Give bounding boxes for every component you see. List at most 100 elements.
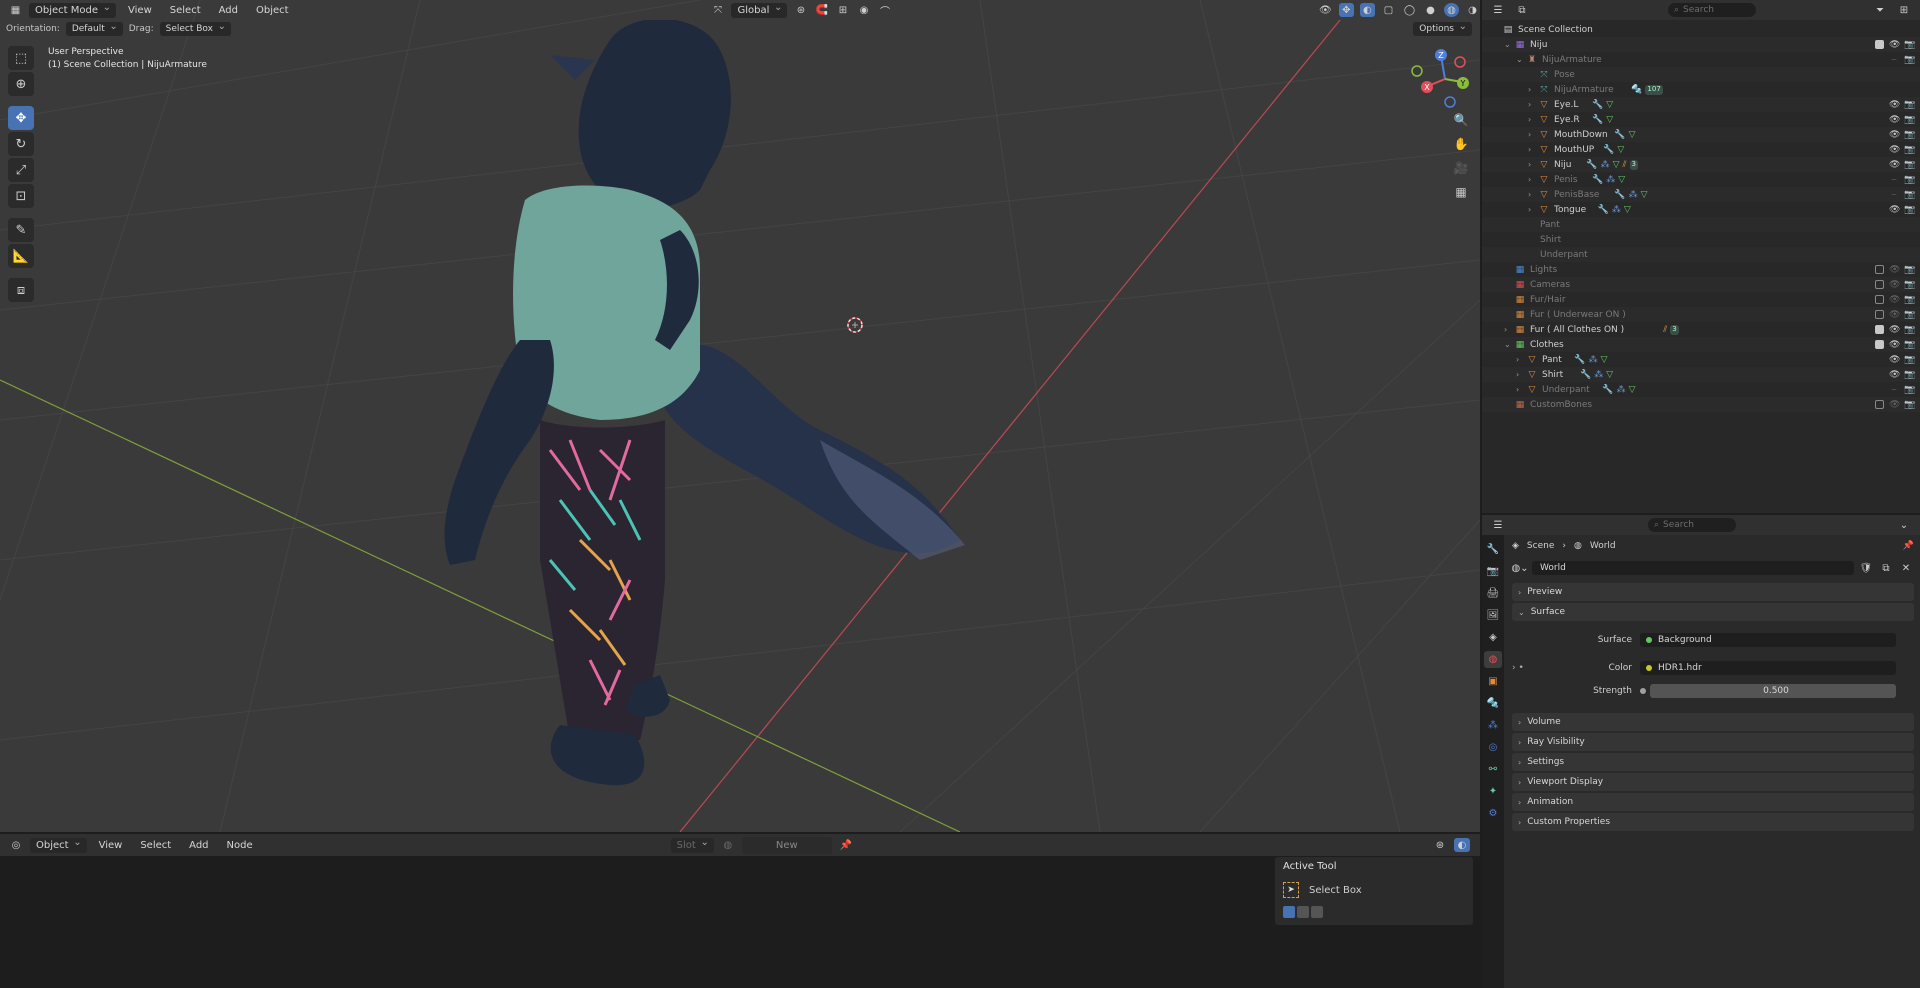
snap-icon[interactable]: ⊛ [1432,838,1448,852]
eye-icon[interactable]: 👁 [1889,40,1900,50]
object-data-tab-icon[interactable]: ✦ [1484,783,1502,800]
properties-editor[interactable]: ☰ ⌕ Search ⌄ 🔧 📷 🖨 🖼 ◈ ◍ ▣ 🔩 ⁂ ◎ ⚯ ✦ ⚙ ◈… [1482,515,1920,988]
chevron-down-icon[interactable]: ⌄ [1504,340,1511,349]
camera-icon[interactable]: 📷 [1904,115,1915,125]
editor-type-icon[interactable]: ▦ [8,3,23,17]
perspective-toggle-icon[interactable]: ▦ [1450,182,1472,202]
surface-shader-field[interactable]: Background [1640,633,1896,647]
eye-icon[interactable]: 👁 [1889,310,1900,320]
camera-icon[interactable]: 📷 [1904,205,1915,215]
eye-icon[interactable]: 👁 [1889,205,1900,215]
panel-surface[interactable]: ⌄ Surface [1512,603,1914,621]
menu-view[interactable]: View [93,838,129,853]
camera-icon[interactable]: 📷 [1904,400,1915,410]
panel-viewport-display[interactable]: › Viewport Display [1512,773,1914,791]
zoom-icon[interactable]: 🔍 [1450,110,1472,130]
camera-icon[interactable]: 📷 [1904,325,1915,335]
outliner-row[interactable]: ⤧ Pose [1482,67,1920,82]
chevron-right-icon[interactable]: › [1528,130,1531,139]
outliner-row[interactable]: Pant [1482,217,1920,232]
shader-type-dropdown[interactable]: Object [30,837,87,853]
exclude-checkbox[interactable] [1875,325,1884,334]
camera-icon[interactable]: 📷 [1904,55,1915,65]
menu-select[interactable]: Select [164,3,207,18]
fake-user-icon[interactable]: 🛡 [1858,561,1874,575]
options-dropdown[interactable]: Options [1413,21,1472,36]
outliner-search-input[interactable]: ⌕ Search [1668,3,1756,17]
eye-icon[interactable]: 👁 [1889,280,1900,290]
outliner-row[interactable]: ▦ CustomBones 👁 📷 [1482,397,1920,412]
eye-icon[interactable]: 👁 [1889,295,1900,305]
chevron-right-icon[interactable]: › [1528,205,1531,214]
scale-tool[interactable]: ⤢ [8,158,34,182]
menu-node[interactable]: Node [221,838,259,853]
camera-icon[interactable]: 📷 [1904,355,1915,365]
mode-subtract-icon[interactable] [1311,906,1323,918]
exclude-checkbox[interactable] [1875,340,1884,349]
world-name-field[interactable]: World [1532,561,1854,575]
display-mode-icon[interactable]: ⧉ [1514,3,1530,17]
outliner-row[interactable]: › ▽ Tongue 🔧 ⁂ ▽ 👁 📷 [1482,202,1920,217]
chevron-down-icon[interactable]: ⌄ [1504,40,1511,49]
outliner-row[interactable]: ▦ Fur ( Underwear ON ) 👁 📷 [1482,307,1920,322]
outliner-row[interactable]: Underpant [1482,247,1920,262]
object-tab-icon[interactable]: ▣ [1484,673,1502,690]
outliner-row[interactable]: › ▽ MouthUP 🔧 ▽ 👁 📷 [1482,142,1920,157]
outliner-row[interactable]: › ▽ Shirt 🔧 ⁂ ▽ 👁 📷 [1482,367,1920,382]
constraints-tab-icon[interactable]: ⚯ [1484,761,1502,778]
panel-settings[interactable]: › Settings [1512,753,1914,771]
editor-type-icon[interactable]: ☰ [1490,518,1506,532]
eye-icon[interactable]: 👁 [1889,325,1900,335]
shading-wireframe-icon[interactable]: ◯ [1402,3,1417,17]
outliner[interactable]: ☰ ⧉ ⌕ Search ⏷ ⊞ ▤ Scene Collection ⌄ ▦ Niju… [1482,0,1920,513]
overlay-toggle-icon[interactable]: ◐ [1359,3,1375,17]
chevron-right-icon[interactable]: › [1528,145,1531,154]
panel-animation[interactable]: › Animation [1512,793,1914,811]
chevron-right-icon[interactable]: › [1528,85,1531,94]
tool-tab-icon[interactable]: 🔧 [1484,541,1502,558]
outliner-row[interactable]: › ⤧ NijuArmature 🔩 107 [1482,82,1920,97]
new-material-button[interactable]: New [741,836,832,854]
chevron-right-icon[interactable]: › • [1512,663,1540,673]
eye-icon[interactable]: 👁 [1889,145,1900,155]
menu-add[interactable]: Add [183,838,214,853]
editor-type-icon[interactable]: ◎ [8,838,24,852]
outliner-row[interactable]: ⌄ ♜ NijuArmature ⌣ 📷 [1482,52,1920,67]
cursor-tool[interactable]: ⊕ [8,72,34,96]
panel-preview[interactable]: › Preview [1512,583,1914,601]
xray-icon[interactable]: ▢ [1381,3,1396,17]
orientation-dropdown[interactable]: Default [65,21,123,36]
chevron-right-icon[interactable]: › [1528,175,1531,184]
outliner-row[interactable]: › ▽ Eye.L 🔧 ▽ 👁 📷 [1482,97,1920,112]
character-model[interactable] [400,20,1100,800]
chevron-right-icon[interactable]: › [1528,100,1531,109]
chevron-down-icon[interactable]: ⌄ [1896,518,1912,532]
shading-material-icon[interactable]: ◍ [1444,3,1460,17]
panel-volume[interactable]: › Volume [1512,713,1914,731]
output-tab-icon[interactable]: 🖨 [1484,585,1502,602]
outliner-row[interactable]: ▤ Scene Collection [1482,22,1920,37]
camera-icon[interactable]: 📷 [1904,370,1915,380]
shader-editor[interactable]: ◎ Object View Select Add Node Slot ◍ New… [0,834,1480,988]
outliner-row[interactable]: › ▽ MouthDown 🔧 ▽ 👁 📷 [1482,127,1920,142]
select-box-tool[interactable]: ⬚ [8,46,34,70]
physics-tab-icon[interactable]: ◎ [1484,739,1502,756]
drag-dropdown[interactable]: Select Box [159,21,231,36]
eye-icon[interactable]: 👁 [1889,115,1900,125]
camera-view-icon[interactable]: 🎥 [1450,158,1472,178]
menu-object[interactable]: Object [250,3,295,18]
exclude-checkbox[interactable] [1875,280,1884,289]
transform-orientation-dropdown[interactable]: Global [731,2,788,18]
pivot-icon[interactable]: ⊛ [793,3,808,17]
outliner-row[interactable]: ⌄ ▦ Niju 👁 📷 [1482,37,1920,52]
render-tab-icon[interactable]: 📷 [1484,563,1502,580]
new-collection-icon[interactable]: ⊞ [1896,3,1912,17]
world-browse-icon[interactable]: ◍⌄ [1511,561,1528,575]
outliner-row[interactable]: › ▽ Pant 🔧 ⁂ ▽ 👁 📷 [1482,352,1920,367]
outliner-row[interactable]: › ▦ Fur ( All Clothes ON ) ⫽ 3 👁 📷 [1482,322,1920,337]
eye-closed-icon[interactable]: ⌣ [1889,175,1899,185]
world-tab-icon[interactable]: ◍ [1484,651,1502,668]
menu-select[interactable]: Select [134,838,177,853]
particles-tab-icon[interactable]: ⁂ [1484,717,1502,734]
eye-closed-icon[interactable]: ⌣ [1889,190,1899,200]
